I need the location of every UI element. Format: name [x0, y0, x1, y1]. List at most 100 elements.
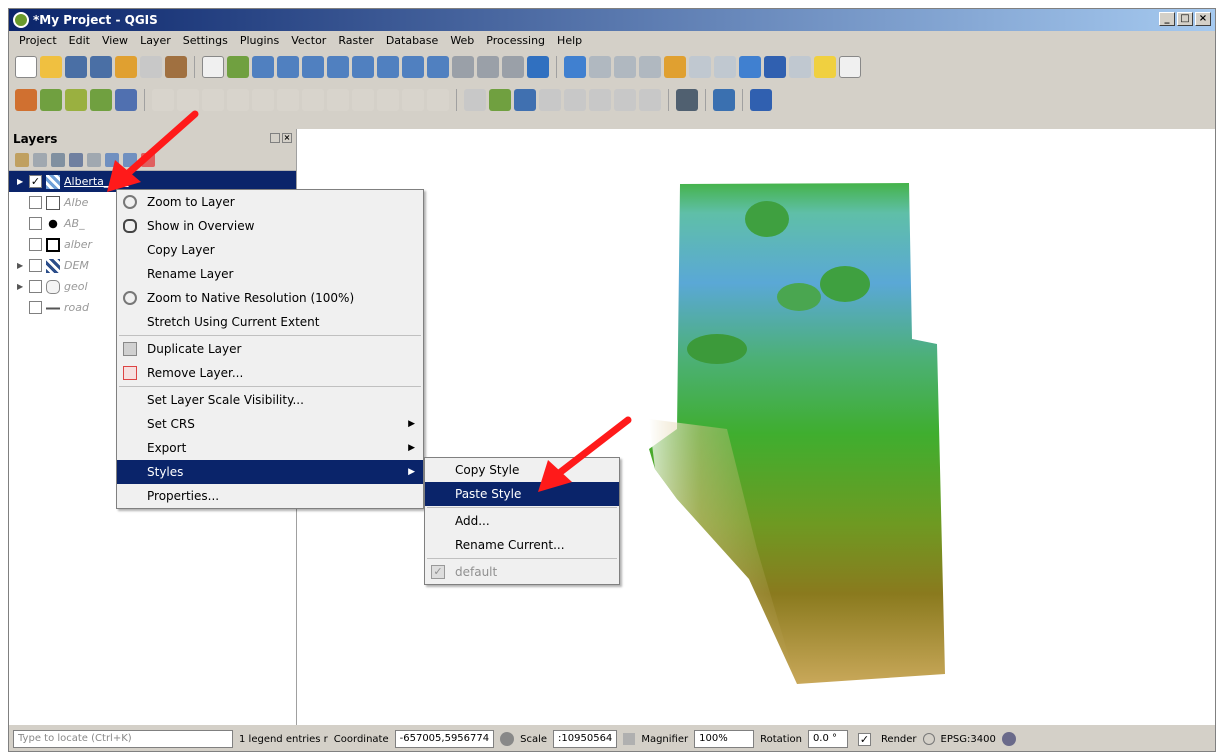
messages-icon[interactable] — [1001, 732, 1016, 746]
crs-status[interactable]: EPSG:3400 — [941, 734, 996, 745]
menu-project[interactable]: Project — [13, 31, 63, 51]
highlight-pinned-icon[interactable] — [539, 89, 561, 111]
rotate-label-icon[interactable] — [614, 89, 636, 111]
processing-toolbox-icon[interactable] — [739, 56, 761, 78]
sum-icon[interactable] — [764, 56, 786, 78]
expand-all-icon[interactable] — [105, 152, 119, 167]
menu-help[interactable]: Help — [551, 31, 588, 51]
add-feature-icon[interactable] — [227, 89, 249, 111]
modify-attributes-icon[interactable] — [277, 89, 299, 111]
toggle-extents-icon[interactable] — [500, 732, 515, 746]
field-calculator-icon[interactable] — [689, 56, 711, 78]
minimize-button[interactable]: _ — [1159, 12, 1175, 26]
copy-features-icon[interactable] — [352, 89, 374, 111]
vertex-tool-icon[interactable] — [252, 89, 274, 111]
map-canvas[interactable] — [297, 129, 1215, 725]
collapse-all-icon[interactable] — [123, 152, 137, 167]
menu-settings[interactable]: Settings — [177, 31, 234, 51]
menu-item-add-style[interactable]: Add... — [425, 509, 619, 533]
attribute-table-icon[interactable] — [664, 56, 686, 78]
menu-item-paste-style[interactable]: Paste Style — [425, 482, 619, 506]
cut-features-icon[interactable] — [327, 89, 349, 111]
menu-item-copy-style[interactable]: Copy Style — [425, 458, 619, 482]
expand-arrow-icon[interactable]: ▶ — [17, 282, 25, 291]
menu-database[interactable]: Database — [380, 31, 445, 51]
select-value-icon[interactable] — [614, 56, 636, 78]
new-print-layout-icon[interactable] — [115, 56, 137, 78]
new-map-view-icon[interactable] — [452, 56, 474, 78]
pan-to-selection-icon[interactable] — [227, 56, 249, 78]
add-vector-icon[interactable] — [40, 89, 62, 111]
diagram-tool-icon[interactable] — [489, 89, 511, 111]
menu-item-copy-layer[interactable]: Copy Layer — [117, 238, 423, 262]
menu-web[interactable]: Web — [444, 31, 480, 51]
redo-icon[interactable] — [427, 89, 449, 111]
filter-legend-icon[interactable] — [69, 152, 83, 167]
add-delimited-icon[interactable] — [90, 89, 112, 111]
menu-item-rename-current-style[interactable]: Rename Current... — [425, 533, 619, 557]
text-annotation-icon[interactable] — [839, 56, 861, 78]
python-console-icon[interactable] — [713, 89, 735, 111]
save-as-icon[interactable] — [90, 56, 112, 78]
menu-layer[interactable]: Layer — [134, 31, 177, 51]
magnifier-field[interactable]: 100% — [694, 730, 755, 748]
maximize-button[interactable]: □ — [1177, 12, 1193, 26]
scale-field[interactable]: :10950564 — [553, 730, 618, 748]
layer-visibility-checkbox[interactable]: ✓ — [29, 175, 42, 188]
filter-by-expression-icon[interactable] — [87, 152, 101, 167]
rotation-field[interactable]: 0.0 ° — [807, 730, 848, 748]
manage-map-themes-icon[interactable] — [51, 152, 65, 167]
menu-item-styles[interactable]: Styles ▶ — [117, 460, 423, 484]
bookmarks-icon[interactable] — [502, 56, 524, 78]
deselect-icon[interactable] — [639, 56, 661, 78]
change-label-icon[interactable] — [639, 89, 661, 111]
zoom-out-icon[interactable] — [277, 56, 299, 78]
menu-item-properties[interactable]: Properties... — [117, 484, 423, 508]
add-raster-icon[interactable] — [65, 89, 87, 111]
menu-plugins[interactable]: Plugins — [234, 31, 285, 51]
delete-selected-icon[interactable] — [302, 89, 324, 111]
menu-item-show-in-overview[interactable]: Show in Overview — [117, 214, 423, 238]
remove-layer-icon[interactable] — [141, 152, 155, 167]
close-panel-icon[interactable]: × — [282, 133, 292, 143]
menu-item-default-style[interactable]: ✓ default — [425, 560, 619, 584]
menu-item-stretch-current-extent[interactable]: Stretch Using Current Extent — [117, 310, 423, 334]
zoom-layer-icon[interactable] — [377, 56, 399, 78]
paste-features-icon[interactable] — [377, 89, 399, 111]
save-project-icon[interactable] — [65, 56, 87, 78]
move-label-icon[interactable] — [589, 89, 611, 111]
pan-icon[interactable] — [202, 56, 224, 78]
lock-icon[interactable] — [623, 733, 636, 745]
layer-visibility-checkbox[interactable] — [29, 301, 42, 314]
layer-visibility-checkbox[interactable] — [29, 259, 42, 272]
map-tips-icon[interactable] — [814, 56, 836, 78]
menu-edit[interactable]: Edit — [63, 31, 96, 51]
select-features-icon[interactable] — [589, 56, 611, 78]
menu-vector[interactable]: Vector — [285, 31, 332, 51]
menu-item-zoom-native-resolution[interactable]: Zoom to Native Resolution (100%) — [117, 286, 423, 310]
refresh-icon[interactable] — [527, 56, 549, 78]
measure-icon[interactable] — [789, 56, 811, 78]
identify-icon[interactable] — [564, 56, 586, 78]
add-group-icon[interactable] — [33, 152, 47, 167]
open-styling-icon[interactable] — [15, 152, 29, 167]
pin-labels-icon[interactable] — [514, 89, 536, 111]
layer-visibility-checkbox[interactable] — [29, 196, 42, 209]
add-database-icon[interactable] — [115, 89, 137, 111]
zoom-in-icon[interactable] — [252, 56, 274, 78]
menu-item-rename-layer[interactable]: Rename Layer — [117, 262, 423, 286]
statistics-icon[interactable] — [714, 56, 736, 78]
data-source-manager-icon[interactable] — [15, 89, 37, 111]
help-icon[interactable] — [750, 89, 772, 111]
menu-item-duplicate-layer[interactable]: Duplicate Layer — [117, 337, 423, 361]
label-tool-icon[interactable] — [464, 89, 486, 111]
save-edits-icon[interactable] — [202, 89, 224, 111]
show-hide-labels-icon[interactable] — [564, 89, 586, 111]
locate-search-input[interactable]: Type to locate (Ctrl+K) — [13, 730, 233, 748]
coordinate-field[interactable]: -657005,5956774 — [394, 730, 495, 748]
expand-arrow-icon[interactable]: ▶ — [17, 261, 25, 270]
menu-item-scale-visibility[interactable]: Set Layer Scale Visibility... — [117, 388, 423, 412]
layer-visibility-checkbox[interactable] — [29, 280, 42, 293]
layer-visibility-checkbox[interactable] — [29, 217, 42, 230]
open-project-icon[interactable] — [40, 56, 62, 78]
